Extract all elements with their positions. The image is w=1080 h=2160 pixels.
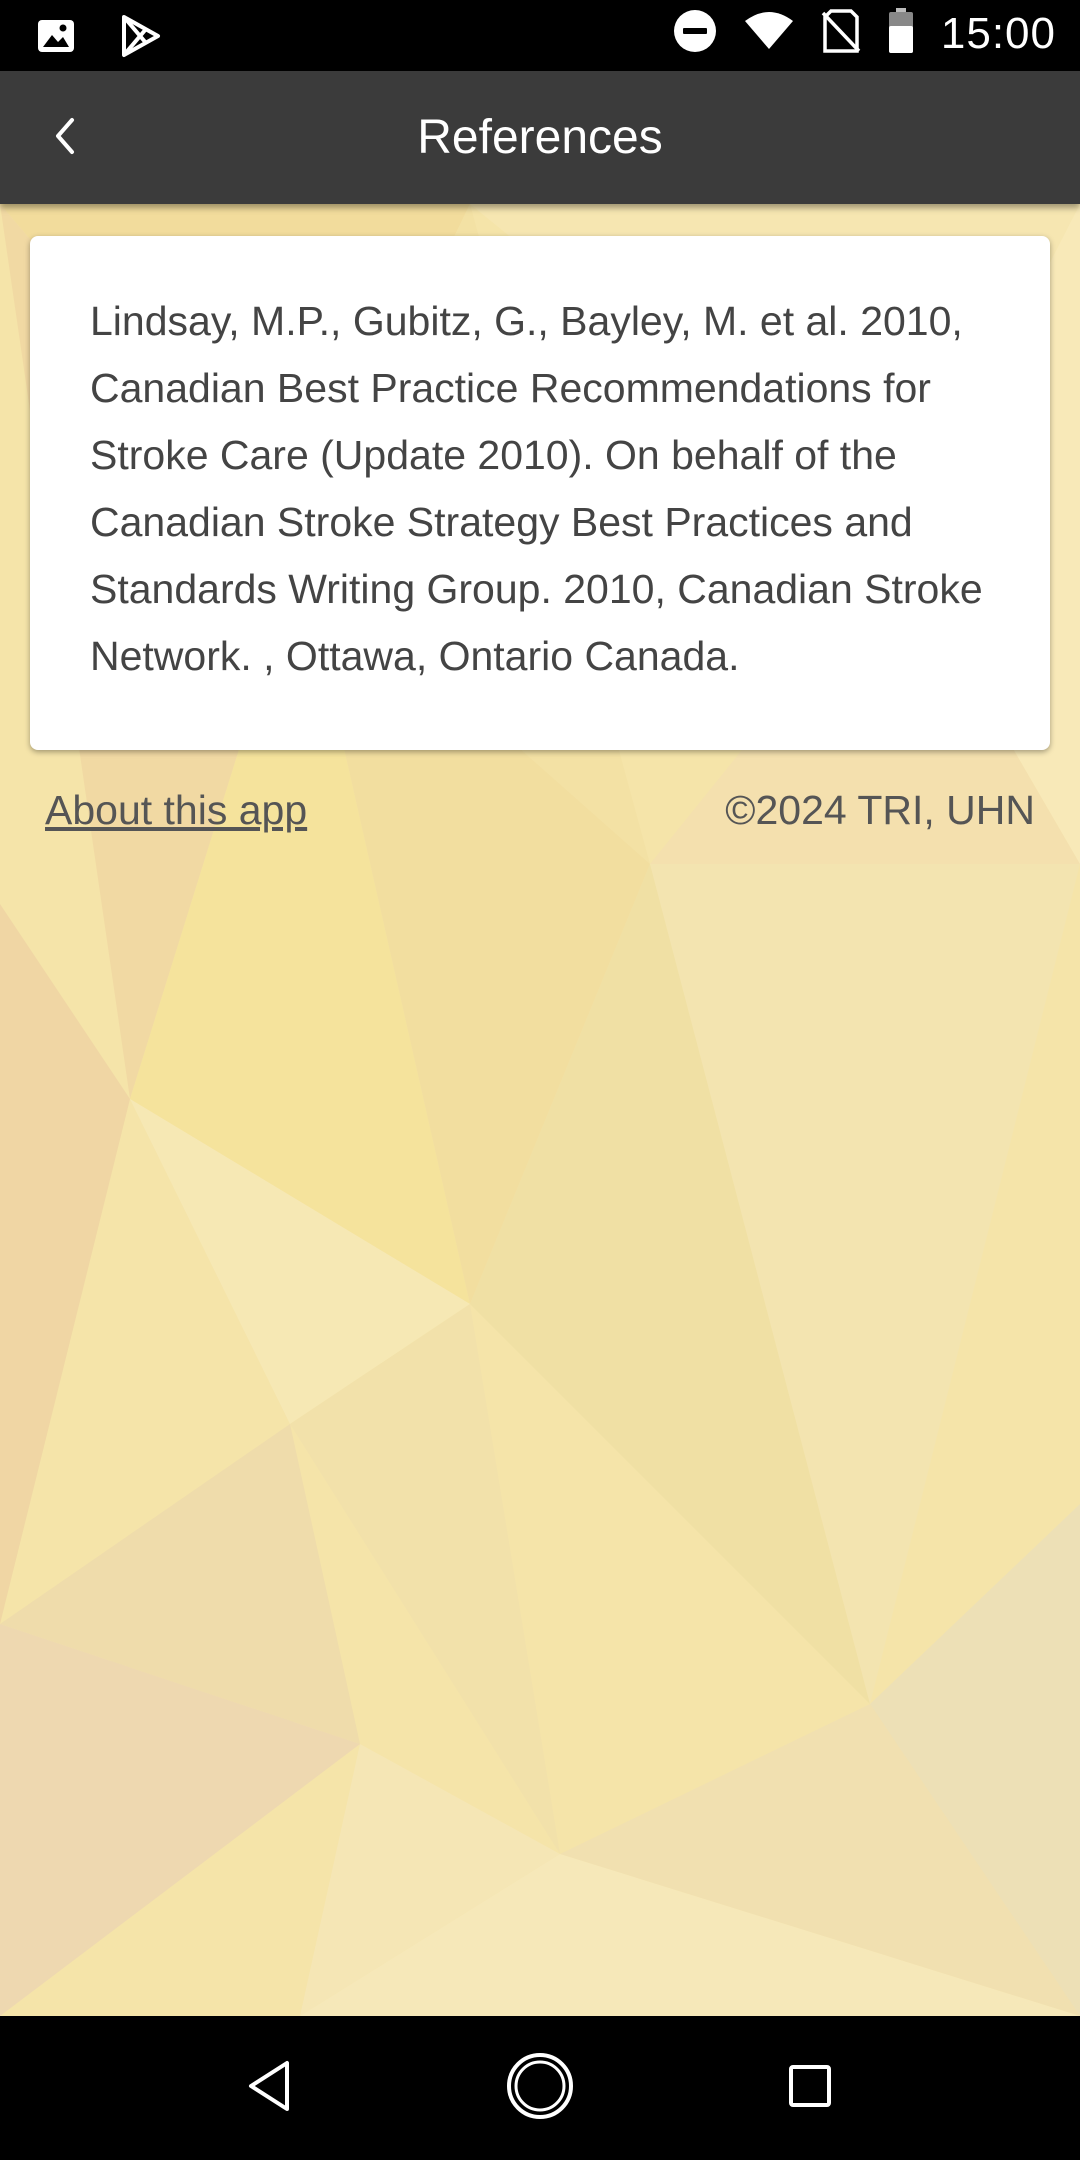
nav-recents-button[interactable]	[774, 2052, 846, 2124]
play-store-icon	[118, 14, 162, 63]
footer-row: About this app ©2024 TRI, UHN	[45, 780, 1035, 840]
status-bar: 15:00	[0, 0, 1080, 71]
status-time: 15:00	[940, 8, 1056, 58]
do-not-disturb-icon	[673, 9, 717, 58]
nav-back-button[interactable]	[234, 2052, 306, 2124]
image-icon	[36, 16, 76, 61]
copyright-text: ©2024 TRI, UHN	[725, 786, 1035, 833]
recents-square-icon	[785, 2061, 835, 2116]
wifi-icon	[743, 11, 795, 56]
no-sim-icon	[821, 9, 861, 58]
chevron-left-icon	[50, 114, 80, 163]
reference-text: Lindsay, M.P., Gubitz, G., Bayley, M. et…	[90, 298, 983, 679]
page-title: References	[417, 111, 663, 164]
nav-home-button[interactable]	[504, 2052, 576, 2124]
reference-card: Lindsay, M.P., Gubitz, G., Bayley, M. et…	[30, 236, 1050, 750]
system-nav-bar	[0, 2016, 1080, 2160]
app-bar: References	[0, 71, 1080, 204]
about-app-link[interactable]: About this app	[45, 787, 307, 834]
battery-icon	[887, 8, 915, 59]
back-triangle-icon	[245, 2059, 295, 2118]
home-circle-icon	[505, 2051, 575, 2126]
back-button[interactable]	[30, 103, 100, 173]
